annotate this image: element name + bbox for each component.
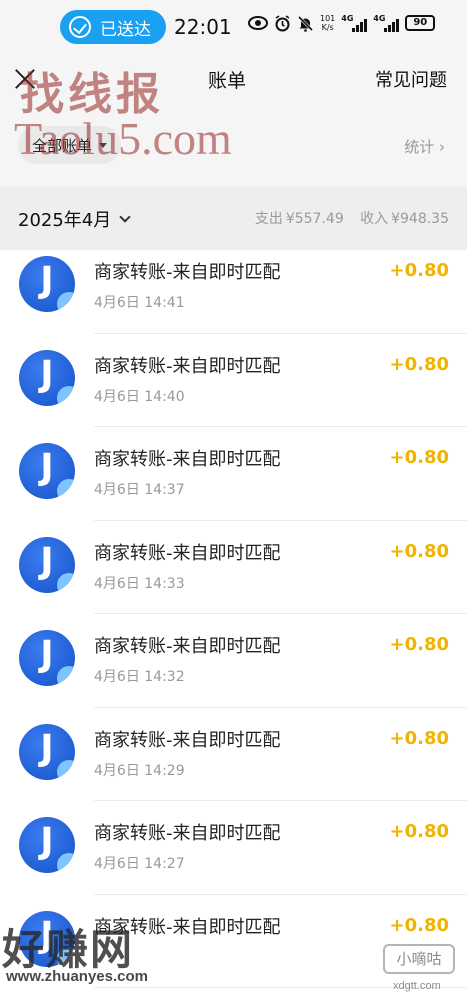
transaction-time: 4月6日 14:41 [94,295,185,311]
transaction-row[interactable]: J 商家转账-来自即时匹配 4月6日 14:40 +0.80 [0,344,467,438]
transaction-time: 4月6日 14:27 [94,856,185,872]
net-speed-unit: K/s [321,23,334,32]
month-selector[interactable]: 2025年4月 [18,206,131,232]
transaction-row[interactable]: J 商家转账-来自即时匹配 4月6日 14:32 +0.80 [0,624,467,718]
chevron-down-icon [119,210,131,223]
signal-icon-1: 4G [341,14,368,32]
row-divider [94,426,467,427]
row-divider [94,800,467,801]
transaction-time: 4月6日 14:40 [94,388,185,405]
transaction-title: 商家转账-来自即时匹配 [94,355,281,377]
month-label: 2025年4月 [18,210,112,231]
income-value: ¥948.35 [391,211,449,227]
merchant-avatar-icon: J [19,817,75,873]
check-circle-icon [69,16,91,38]
battery-icon: 90 [405,15,436,31]
row-divider [94,613,467,614]
watermark-bottom-right-badge: 小嘀咕 [383,944,455,974]
chevron-right-icon: › [439,138,445,156]
expense-value: ¥557.49 [285,211,344,227]
sent-status-label: 已送达 [100,19,151,40]
watermark-bottom-right-url: xdgtt.com [393,980,441,992]
transaction-amount: +0.80 [389,821,450,842]
merchant-avatar-icon: J [19,443,75,499]
merchant-avatar-icon: J [19,349,75,406]
eye-icon [248,16,268,30]
status-bar: 已送达 22:01 101 K/s 4G 4G 90 [0,0,467,56]
transaction-title: 商家转账-来自即时匹配 [94,262,281,283]
transaction-list: J 商家转账-来自即时匹配 4月6日 14:41 +0.80 J 商家转账-来自即时匹配 4… [0,250,467,998]
transaction-time: 4月6日 14:29 [94,762,185,779]
merchant-avatar-icon: J [19,723,75,780]
row-divider [94,332,467,334]
transaction-amount: +0.80 [389,914,450,936]
transaction-row[interactable]: J 商家转账-来自即时匹配 4月6日 14:41 +0.80 [0,250,467,344]
transaction-title: 商家转账-来自即时匹配 [94,449,281,470]
merchant-avatar-icon: J [19,630,75,686]
avatar-letter: J [40,727,54,769]
transaction-amount: +0.80 [389,634,450,655]
faq-link[interactable]: 常见问题 [375,66,447,92]
transaction-amount: +0.80 [389,447,450,468]
watermark-top-en: Taolu5.com [14,113,232,164]
row-divider [94,893,467,895]
net-speed-value: 101 [320,14,336,23]
transaction-amount: +0.80 [389,727,450,749]
page-title: 账单 [208,70,247,92]
watermark-bottom-left-url: www.zhuanyes.com [6,968,148,985]
status-time: 22:01 [174,15,232,39]
transaction-time: 4月6日 14:33 [94,575,185,592]
avatar-letter: J [40,447,54,488]
transaction-title: 商家转账-来自即时匹配 [94,542,281,564]
transaction-row[interactable]: J 商家转账-来自即时匹配 4月6日 14:33 +0.80 [0,531,467,625]
transaction-row[interactable]: J 商家转账-来自即时匹配 4月6日 14:27 +0.80 [0,811,467,905]
merchant-avatar-icon: J [19,256,75,312]
net-speed: 101 K/s [320,14,335,32]
transaction-title: 商家转账-来自即时匹配 [94,823,281,844]
income-label: 收入 [360,211,389,227]
row-divider [94,706,467,708]
transaction-amount: +0.80 [389,540,450,562]
avatar-letter: J [40,634,54,675]
transaction-amount: +0.80 [389,260,450,281]
month-totals: 支出 ¥557.49 收入 ¥948.35 [252,208,449,228]
mute-bell-icon [297,15,314,32]
month-summary-row: 2025年4月 支出 ¥557.49 收入 ¥948.35 [0,186,467,250]
signal-icon-2: 4G [373,14,400,32]
alarm-icon [275,14,290,31]
transaction-row[interactable]: J 商家转账-来自即时匹配 4月6日 14:29 +0.80 [0,718,467,812]
avatar-letter: J [40,260,54,301]
avatar-letter: J [40,821,54,862]
transaction-time: 4月6日 14:32 [94,669,185,685]
sent-status-pill[interactable]: 已送达 [60,10,166,44]
transaction-title: 商家转账-来自即时匹配 [94,729,281,751]
row-divider [94,519,467,521]
status-icons: 101 K/s 4G 4G 90 [248,14,436,32]
transaction-time: 4月6日 14:37 [94,482,185,498]
transaction-row[interactable]: J 商家转账-来自即时匹配 4月6日 14:37 +0.80 [0,437,467,531]
transaction-amount: +0.80 [389,353,450,375]
expense-label: 支出 [254,211,283,227]
transaction-title: 商家转账-来自即时匹配 [94,636,281,657]
avatar-letter: J [40,353,54,395]
merchant-avatar-icon: J [19,536,75,593]
stats-link[interactable]: 统计 › [404,136,445,157]
stats-label: 统计 [404,138,435,156]
avatar-letter: J [40,540,54,582]
